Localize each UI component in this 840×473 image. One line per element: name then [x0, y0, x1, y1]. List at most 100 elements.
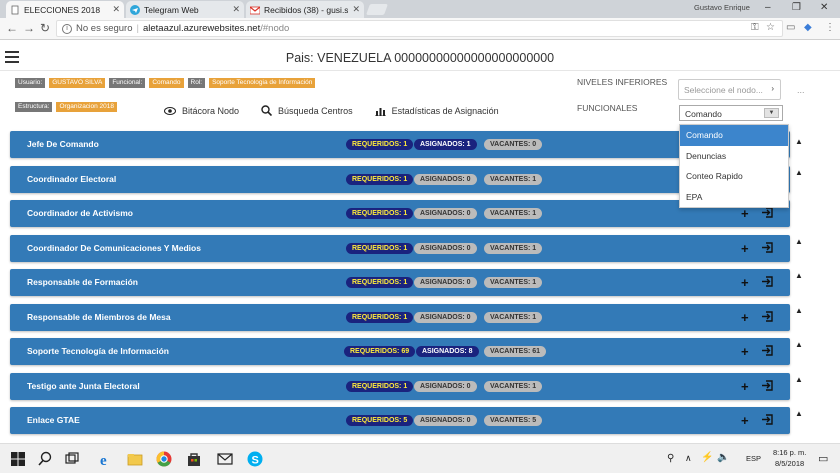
- chevron-up-icon[interactable]: ▲: [795, 375, 803, 384]
- enter-icon[interactable]: [762, 241, 773, 253]
- enter-icon[interactable]: [762, 345, 773, 356]
- volume-icon[interactable]: 🔈: [717, 452, 729, 463]
- tag-value: Comando: [149, 78, 184, 88]
- role-row[interactable]: Coordinador Electoral REQUERIDOS: 1 ASIG…: [10, 165, 790, 193]
- chevron-up-icon[interactable]: ▲: [795, 306, 803, 315]
- enter-icon[interactable]: [762, 276, 773, 287]
- vacantes-badge: VACANTES: 1: [484, 242, 543, 254]
- network-icon[interactable]: ⚡: [701, 452, 713, 463]
- role-row[interactable]: Enlace GTAE REQUERIDOS: 5 ASIGNADOS: 0 V…: [10, 407, 790, 434]
- notifications-icon[interactable]: ▭: [818, 452, 828, 465]
- restore-icon[interactable]: ❐: [792, 2, 801, 13]
- browser-user-name[interactable]: Gustavo Enrique: [694, 3, 750, 12]
- menu-dots-icon[interactable]: ⋮: [825, 22, 835, 33]
- enter-icon[interactable]: [762, 310, 773, 322]
- role-title: Enlace GTAE: [27, 415, 80, 425]
- task-view-icon[interactable]: [64, 451, 80, 467]
- skype-icon[interactable]: S: [247, 451, 263, 467]
- tab-gmail[interactable]: Recibidos (38) - gusi.silva ✕: [246, 1, 364, 18]
- bitacora-nodo-link[interactable]: Bitácora Nodo: [164, 105, 239, 116]
- role-row[interactable]: Coordinador de Activismo REQUERIDOS: 1 A…: [10, 200, 790, 227]
- enter-icon[interactable]: [762, 414, 773, 425]
- role-title: Soporte Tecnología de Información: [27, 346, 169, 356]
- new-tab-button[interactable]: [365, 4, 389, 15]
- forward-icon[interactable]: →: [23, 21, 35, 35]
- chevron-down-icon[interactable]: ▼: [764, 108, 779, 118]
- tab-close-icon[interactable]: ✕: [232, 4, 240, 15]
- asignados-badge: ASIGNADOS: 1: [414, 139, 477, 150]
- funcional-select[interactable]: Comando ▼: [679, 105, 783, 121]
- info-icon[interactable]: i: [62, 23, 72, 34]
- asignados-badge: ASIGNADOS: 0: [414, 208, 477, 219]
- requeridos-badge: REQUERIDOS: 69: [344, 346, 416, 357]
- chevron-up-icon[interactable]: ▲: [795, 271, 803, 280]
- role-row[interactable]: Responsable de Formación REQUERIDOS: 1 A…: [10, 269, 790, 296]
- add-icon[interactable]: +: [741, 241, 749, 256]
- language-indicator[interactable]: ESP: [746, 454, 761, 463]
- role-row[interactable]: Soporte Tecnología de Información REQUER…: [10, 338, 790, 365]
- chevron-up-icon[interactable]: ▲: [795, 168, 803, 177]
- file-explorer-icon[interactable]: [127, 451, 143, 467]
- role-row[interactable]: Testigo ante Junta Electoral REQUERIDOS:…: [10, 372, 790, 400]
- url-bar[interactable]: i No es seguro | aletaazul.azurewebsites…: [56, 20, 783, 37]
- role-row[interactable]: Jefe De Comando REQUERIDOS: 1 ASIGNADOS:…: [10, 131, 790, 158]
- dropdown-option-conteo-rapido[interactable]: Conteo Rapido: [680, 166, 788, 187]
- chevron-up-icon[interactable]: ▲: [795, 137, 803, 146]
- store-icon[interactable]: [186, 451, 202, 467]
- tab-close-icon[interactable]: ✕: [352, 4, 360, 15]
- tab-elecciones[interactable]: ELECCIONES 2018 ✕: [6, 1, 124, 18]
- url-host: aletaazul.azurewebsites.net: [142, 23, 261, 34]
- edge-icon[interactable]: e: [98, 451, 114, 467]
- clock-date[interactable]: 8/5/2018: [775, 459, 804, 468]
- role-row[interactable]: Coordinador De Comunicaciones Y Medios R…: [10, 234, 790, 262]
- windows-start-icon[interactable]: [10, 451, 26, 467]
- chrome-icon[interactable]: [156, 451, 172, 467]
- role-title: Jefe De Comando: [27, 139, 99, 149]
- more-button[interactable]: ...: [797, 85, 805, 95]
- dropdown-option-epa[interactable]: EPA: [680, 187, 788, 208]
- clock-time[interactable]: 8:16 p. m.: [773, 448, 806, 457]
- add-icon[interactable]: +: [741, 275, 749, 290]
- tag-label: Funcional:: [109, 78, 146, 88]
- vacantes-badge: VACANTES: 1: [484, 311, 543, 323]
- niveles-label: NIVELES INFERIORES: [577, 77, 668, 87]
- search-icon[interactable]: [37, 451, 53, 467]
- minimize-icon[interactable]: –: [765, 2, 771, 13]
- tab-telegram[interactable]: Telegram Web ✕: [126, 1, 244, 18]
- funcional-selected-value: Comando: [685, 109, 722, 119]
- chevron-up-icon[interactable]: ▲: [795, 409, 803, 418]
- role-row[interactable]: Responsable de Miembros de Mesa REQUERID…: [10, 303, 790, 331]
- add-icon[interactable]: +: [741, 310, 749, 325]
- requeridos-badge: REQUERIDOS: 1: [346, 242, 414, 254]
- enter-icon[interactable]: [762, 379, 773, 391]
- tab-close-icon[interactable]: ✕: [112, 4, 120, 15]
- reload-icon[interactable]: ↻: [40, 21, 50, 35]
- enter-icon[interactable]: [762, 207, 773, 218]
- close-window-icon[interactable]: ✕: [820, 2, 828, 13]
- busqueda-centros-link[interactable]: Búsqueda Centros: [261, 105, 353, 116]
- requeridos-badge: REQUERIDOS: 5: [346, 415, 414, 426]
- add-icon[interactable]: +: [741, 344, 749, 359]
- dropdown-option-comando[interactable]: Comando: [680, 125, 788, 146]
- node-select[interactable]: Seleccione el nodo... ›: [678, 79, 781, 100]
- chevron-up-icon[interactable]: ▲: [795, 237, 803, 246]
- mail-icon[interactable]: [217, 451, 233, 467]
- person-icon[interactable]: ⚲: [667, 453, 674, 464]
- requeridos-badge: REQUERIDOS: 1: [346, 173, 414, 185]
- star-icon[interactable]: ☆: [766, 22, 775, 33]
- add-icon[interactable]: +: [741, 379, 749, 394]
- dropdown-option-denuncias[interactable]: Denuncias: [680, 146, 788, 167]
- add-icon[interactable]: +: [741, 413, 749, 428]
- key-icon[interactable]: ⚿: [751, 22, 759, 33]
- chevron-up-icon[interactable]: ▲: [795, 340, 803, 349]
- security-status: No es seguro: [76, 23, 133, 34]
- requeridos-badge: REQUERIDOS: 1: [346, 380, 414, 392]
- estadisticas-link[interactable]: Estadísticas de Asignación: [374, 105, 499, 116]
- add-icon[interactable]: +: [741, 206, 749, 221]
- extension-icon[interactable]: ◆: [804, 22, 812, 33]
- back-icon[interactable]: ←: [6, 21, 18, 35]
- cast-icon[interactable]: ▭: [786, 22, 795, 33]
- chevron-up-icon[interactable]: ∧: [685, 453, 692, 464]
- requeridos-badge: REQUERIDOS: 1: [346, 277, 414, 288]
- search-icon: [261, 105, 273, 116]
